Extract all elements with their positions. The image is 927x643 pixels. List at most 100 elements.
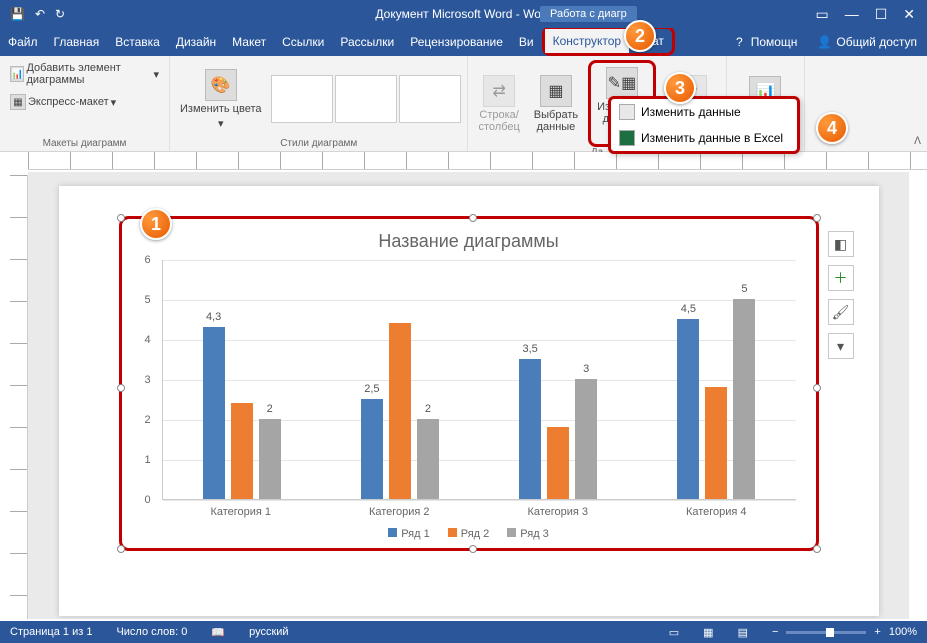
status-language[interactable]: русский xyxy=(249,626,288,638)
tab-chart-design[interactable]: Конструктор xyxy=(545,29,629,53)
bar[interactable]: 3 xyxy=(575,379,597,499)
zoom-level[interactable]: 100% xyxy=(889,626,917,638)
bar[interactable]: 4,3 xyxy=(203,327,225,499)
style-thumb[interactable] xyxy=(335,75,397,123)
bar[interactable] xyxy=(705,387,727,499)
chart-styles-icon[interactable]: 🖌 xyxy=(828,299,854,325)
maximize-icon[interactable]: ☐ xyxy=(875,6,888,23)
y-tick: 3 xyxy=(145,374,151,386)
chart-filters-icon[interactable]: ▾ xyxy=(828,333,854,359)
data-label: 4,3 xyxy=(206,311,221,323)
collapse-ribbon-icon[interactable]: ᐱ xyxy=(914,136,921,147)
dd-edit-data-excel[interactable]: Изменить данные в Excel xyxy=(611,125,797,151)
category-label: Категория 3 xyxy=(527,506,588,518)
add-element-icon: 📊 xyxy=(10,66,24,82)
close-icon[interactable]: ✕ xyxy=(903,6,915,23)
tab-home[interactable]: Главная xyxy=(46,28,108,56)
tab-review[interactable]: Рецензирование xyxy=(402,28,511,56)
y-tick: 1 xyxy=(145,454,151,466)
bar[interactable]: 3,5 xyxy=(519,359,541,499)
data-label: 2 xyxy=(267,403,273,415)
zoom-out-icon[interactable]: − xyxy=(772,626,778,638)
bar[interactable] xyxy=(231,403,253,499)
chart-elements-icon[interactable]: ＋ xyxy=(828,265,854,291)
edit-data-small-icon xyxy=(619,104,635,120)
status-page[interactable]: Страница 1 из 1 xyxy=(10,626,92,638)
category-label: Категория 1 xyxy=(210,506,271,518)
tab-references[interactable]: Ссылки xyxy=(274,28,332,56)
zoom-slider[interactable] xyxy=(786,631,866,634)
category-label: Категория 4 xyxy=(686,506,747,518)
category-axis: Категория 1 Категория 2 Категория 3 Категор… xyxy=(162,506,796,518)
vertical-ruler[interactable] xyxy=(10,175,28,619)
legend-item[interactable]: Ряд 3 xyxy=(507,528,549,540)
ribbon-tabs: Файл Главная Вставка Дизайн Макет Ссылки… xyxy=(0,28,927,56)
tab-insert[interactable]: Вставка xyxy=(107,28,168,56)
share-button[interactable]: 👤Общий доступ xyxy=(807,28,927,56)
data-label: 3 xyxy=(583,363,589,375)
plot-area[interactable]: 01234564,322,523,534,55 xyxy=(162,260,796,500)
status-words[interactable]: Число слов: 0 xyxy=(116,626,187,638)
view-web-icon[interactable]: ▤ xyxy=(738,626,748,639)
contextual-tab-label: Работа с диагр xyxy=(540,6,637,22)
bar[interactable]: 4,5 xyxy=(677,319,699,499)
change-colors-icon: 🎨 xyxy=(205,69,237,101)
group-label-styles: Стили диаграмм xyxy=(176,138,461,149)
legend-item[interactable]: Ряд 1 xyxy=(388,528,430,540)
quick-layout-icon: ▦ xyxy=(10,94,26,110)
help-icon[interactable]: ? xyxy=(736,35,743,49)
status-bar: Страница 1 из 1 Число слов: 0 📖 русский … xyxy=(0,621,927,643)
select-data-icon: ▦ xyxy=(540,75,572,107)
y-tick: 0 xyxy=(145,494,151,506)
status-proofing-icon[interactable]: 📖 xyxy=(211,626,225,639)
select-data-button[interactable]: ▦ Выбрать данные xyxy=(530,73,582,135)
add-chart-element-button[interactable]: 📊Добавить элемент диаграммы ▾ xyxy=(6,60,163,88)
switch-rc-icon: ⇄ xyxy=(483,75,515,107)
bar[interactable]: 2,5 xyxy=(361,399,383,499)
horizontal-ruler[interactable] xyxy=(28,152,927,170)
redo-icon[interactable]: ↻ xyxy=(55,7,65,21)
callout-1: 1 xyxy=(140,208,172,240)
chart-styles-gallery[interactable] xyxy=(271,75,461,123)
y-tick: 4 xyxy=(145,334,151,346)
edit-data-icon: ✎▦ xyxy=(606,67,638,99)
tab-design[interactable]: Дизайн xyxy=(168,28,224,56)
style-thumb[interactable] xyxy=(399,75,461,123)
switch-row-col-button: ⇄ Строка/ столбец xyxy=(474,73,523,135)
bar[interactable]: 5 xyxy=(733,299,755,499)
change-colors-button[interactable]: 🎨 Изменить цвета▾ xyxy=(176,67,265,132)
dd-edit-data[interactable]: Изменить данные xyxy=(611,99,797,125)
tab-layout[interactable]: Макет xyxy=(224,28,274,56)
bar[interactable] xyxy=(389,323,411,499)
chart-layout-options-icon[interactable]: ◧ xyxy=(828,231,854,257)
tab-file[interactable]: Файл xyxy=(0,28,46,56)
bar[interactable] xyxy=(547,427,569,499)
y-tick: 6 xyxy=(145,254,151,266)
view-read-icon[interactable]: ▭ xyxy=(669,626,679,639)
chart-legend[interactable]: Ряд 1 Ряд 2 Ряд 3 xyxy=(142,528,796,540)
undo-icon[interactable]: ↶ xyxy=(35,7,45,21)
chart-title[interactable]: Название диаграммы xyxy=(142,231,796,252)
chart-object[interactable]: Название диаграммы 0 1 2 3 4 5 6 4,3 2 2,5 2 3,5 3 4,… xyxy=(119,216,819,551)
save-icon[interactable]: 💾 xyxy=(10,7,25,21)
page[interactable]: Название диаграммы 0 1 2 3 4 5 6 4,3 2 2,5 2 3,5 3 4,… xyxy=(59,186,879,616)
callout-3: 3 xyxy=(664,72,696,104)
style-thumb[interactable] xyxy=(271,75,333,123)
bar[interactable]: 2 xyxy=(259,419,281,499)
legend-item[interactable]: Ряд 2 xyxy=(448,528,490,540)
tell-me[interactable]: Помощн xyxy=(751,35,798,49)
quick-layout-button[interactable]: ▦Экспресс-макет ▾ xyxy=(6,92,120,112)
tab-view[interactable]: Ви xyxy=(511,28,542,56)
tab-mailings[interactable]: Рассылки xyxy=(332,28,402,56)
data-label: 5 xyxy=(741,283,747,295)
edit-data-dropdown: Изменить данные Изменить данные в Excel xyxy=(608,96,800,154)
data-label: 3,5 xyxy=(522,343,537,355)
bar[interactable]: 2 xyxy=(417,419,439,499)
category-label: Категория 2 xyxy=(369,506,430,518)
ribbon-options-icon[interactable]: ▭ xyxy=(815,6,828,23)
zoom-in-icon[interactable]: + xyxy=(874,626,880,638)
view-print-icon[interactable]: ▦ xyxy=(703,626,713,639)
data-label: 2,5 xyxy=(364,383,379,395)
callout-4: 4 xyxy=(816,112,848,144)
minimize-icon[interactable]: — xyxy=(845,6,859,22)
